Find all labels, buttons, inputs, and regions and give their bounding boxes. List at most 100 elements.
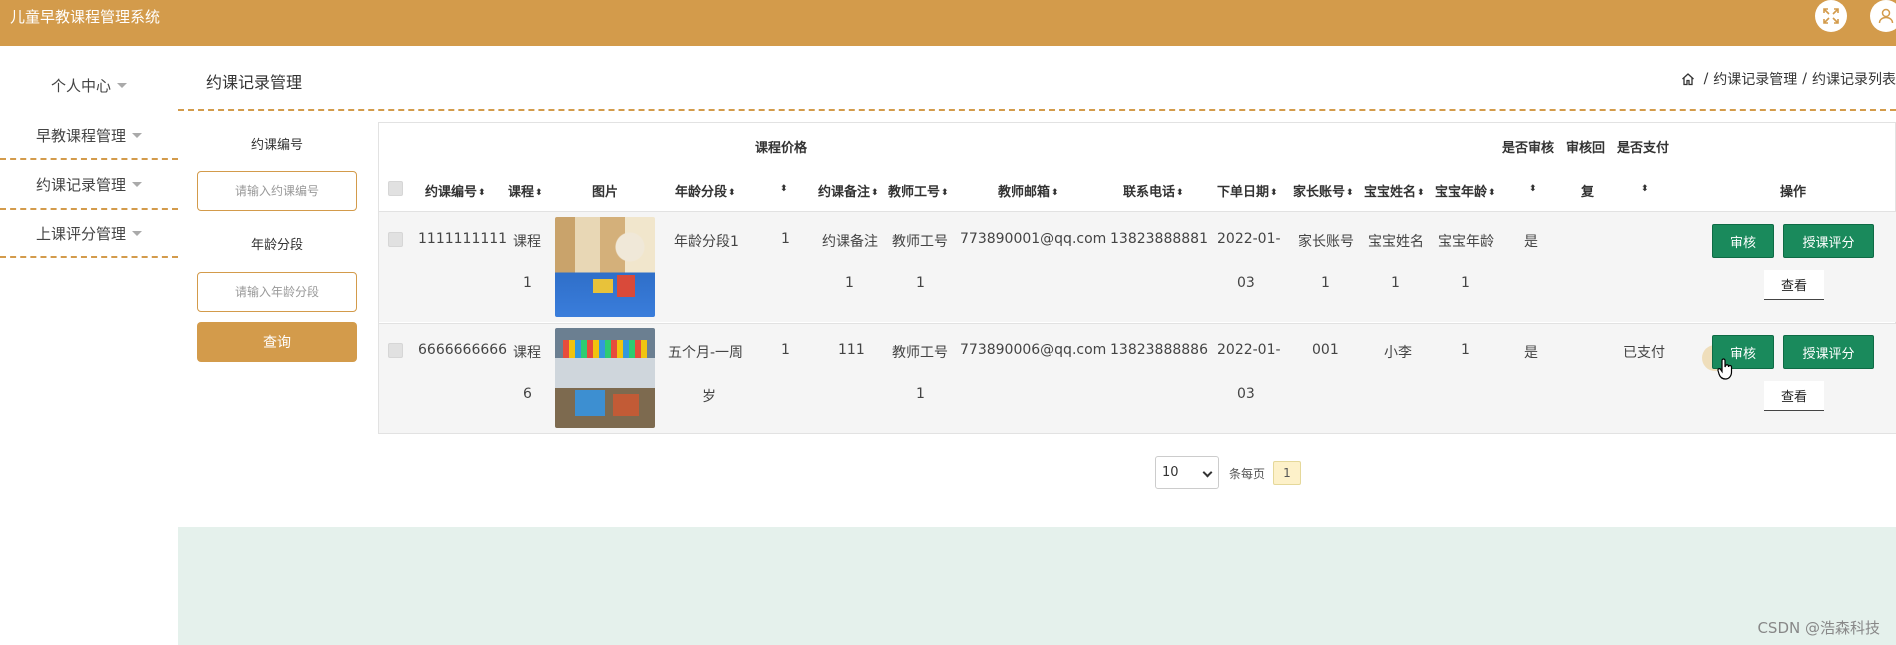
age-group-input[interactable]	[197, 272, 357, 312]
expand-icon	[1823, 8, 1839, 24]
breadcrumb-item[interactable]: 约课记录管理	[1713, 69, 1797, 89]
cell-paid: 已支付	[1623, 345, 1665, 361]
column-header-label: 约课编号	[425, 185, 478, 200]
sort-icon[interactable]: ⬍	[478, 188, 486, 198]
sort-icon[interactable]: ⬍	[1529, 184, 1537, 194]
column-header-baby-name[interactable]: 宝宝姓名⬍	[1364, 181, 1425, 200]
column-header-label: 联系电话	[1123, 185, 1176, 200]
cell-baby-name: 宝宝姓名	[1368, 234, 1424, 250]
column-header-age-group[interactable]: 年龄分段⬍	[675, 181, 736, 200]
rate-button[interactable]: 授课评分	[1783, 335, 1874, 369]
cell-teacher-email: 773890006@qq.com	[960, 342, 1107, 358]
page-title: 约课记录管理	[206, 73, 303, 92]
page-button-current[interactable]: 1	[1273, 461, 1301, 485]
sidebar-item-course-management[interactable]: 早教课程管理	[0, 112, 178, 158]
column-header-course-price: 课程价格	[755, 141, 808, 156]
column-header-actions: 操作	[1780, 185, 1807, 200]
column-header-audit-reply-tail: 复	[1581, 185, 1595, 200]
audit-button[interactable]: 审核	[1712, 224, 1774, 258]
sort-icon[interactable]: ⬍	[1176, 188, 1184, 198]
column-header-booking-note[interactable]: 约课备注⬍	[818, 181, 879, 200]
column-header-label: 家长账号	[1293, 185, 1346, 200]
view-button[interactable]: 查看	[1764, 381, 1824, 411]
page-size-value: 10	[1162, 465, 1179, 480]
sidebar-item-label: 个人中心	[50, 76, 111, 95]
sidebar-item-rating-management[interactable]: 上课评分管理	[0, 210, 178, 256]
view-button[interactable]: 查看	[1764, 270, 1824, 300]
column-header-label: 教师邮箱	[998, 185, 1051, 200]
column-header-label: 年龄分段	[675, 185, 728, 200]
sort-icon[interactable]: ⬍	[941, 188, 949, 198]
column-header-parent-account[interactable]: 家长账号⬍	[1293, 181, 1354, 200]
sort-icon[interactable]: ⬍	[871, 188, 879, 198]
column-header-teacher-id[interactable]: 教师工号⬍	[888, 181, 949, 200]
cell-baby-name-2: 1	[1391, 275, 1400, 291]
cell-teacher-id-2: 1	[916, 275, 925, 291]
cell-booking-note: 约课备注	[822, 234, 878, 250]
column-header-booking-id[interactable]: 约课编号⬍	[425, 181, 486, 200]
cell-price: 1	[781, 342, 790, 358]
cell-phone: 13823888881	[1110, 231, 1208, 247]
column-header-price-sort[interactable]: ⬍	[779, 181, 788, 196]
breadcrumb: / 约课记录管理 / 约课记录列表	[1681, 69, 1896, 89]
sidebar-item-label: 早教课程管理	[35, 126, 126, 145]
cell-baby-age: 1	[1461, 342, 1470, 358]
search-label-age-group: 年龄分段	[250, 238, 303, 253]
user-button[interactable]	[1870, 0, 1896, 32]
cell-parent-account-2: 1	[1321, 275, 1330, 291]
page-size-select[interactable]: 10	[1155, 456, 1219, 489]
caret-down-icon	[117, 82, 127, 88]
column-header-paid-sort[interactable]: ⬍	[1640, 181, 1649, 196]
home-icon[interactable]	[1681, 72, 1695, 86]
cell-parent-account: 家长账号	[1298, 234, 1354, 250]
column-header-audit-sort[interactable]: ⬍	[1528, 181, 1537, 196]
sort-icon[interactable]: ⬍	[535, 188, 543, 198]
sort-icon[interactable]: ⬍	[1270, 188, 1278, 198]
cell-baby-age: 宝宝年龄	[1438, 234, 1494, 250]
cell-course: 课程	[513, 345, 541, 361]
sidebar-item-label: 上课评分管理	[35, 224, 126, 243]
cell-price: 1	[781, 231, 790, 247]
cell-age-group: 年龄分段1	[674, 234, 739, 250]
row-checkbox[interactable]	[388, 343, 403, 358]
sort-icon[interactable]: ⬍	[1051, 188, 1059, 198]
row-checkbox[interactable]	[388, 232, 403, 247]
column-header-audit-reply: 审核回	[1566, 141, 1606, 156]
sort-icon[interactable]: ⬍	[728, 188, 736, 198]
sort-icon[interactable]: ⬍	[1488, 188, 1496, 198]
sidebar-item-label: 约课记录管理	[35, 175, 126, 194]
cell-teacher-id-2: 1	[916, 386, 925, 402]
booking-id-input[interactable]	[197, 171, 357, 211]
column-header-label: 宝宝姓名	[1364, 185, 1417, 200]
divider	[0, 158, 178, 160]
cell-order-date: 2022-01-	[1217, 231, 1281, 247]
sort-icon[interactable]: ⬍	[1641, 184, 1649, 194]
column-header-audit: 是否审核	[1502, 141, 1555, 156]
select-all-checkbox[interactable]	[388, 181, 403, 196]
column-header-course[interactable]: 课程⬍	[508, 181, 543, 200]
search-button[interactable]: 查询	[197, 322, 357, 362]
column-header-label: 教师工号	[888, 185, 941, 200]
column-header-order-date[interactable]: 下单日期⬍	[1217, 181, 1278, 200]
sidebar-item-booking-management[interactable]: 约课记录管理	[0, 161, 178, 207]
cell-teacher-id: 教师工号	[892, 345, 948, 361]
column-header-phone[interactable]: 联系电话⬍	[1123, 181, 1184, 200]
app-title: 儿童早教课程管理系统	[10, 8, 161, 26]
fullscreen-button[interactable]	[1815, 0, 1847, 32]
column-header-label: 课程	[508, 185, 535, 200]
cell-baby-name: 小李	[1384, 345, 1412, 361]
column-header-label: 约课备注	[818, 185, 871, 200]
breadcrumb-separator: /	[1703, 71, 1709, 87]
sort-icon[interactable]: ⬍	[1417, 188, 1425, 198]
cell-booking-note: 111	[838, 342, 865, 358]
column-header-baby-age[interactable]: 宝宝年龄⬍	[1435, 181, 1496, 200]
sort-icon[interactable]: ⬍	[780, 184, 788, 194]
breadcrumb-item: 约课记录列表	[1812, 72, 1896, 88]
sidebar-item-personal-center[interactable]: 个人中心	[0, 62, 178, 108]
column-header-teacher-email[interactable]: 教师邮箱⬍	[998, 181, 1059, 200]
cell-phone: 13823888886	[1110, 342, 1208, 358]
cell-teacher-email: 773890001@qq.com	[960, 231, 1107, 247]
rate-button[interactable]: 授课评分	[1783, 224, 1874, 258]
sort-icon[interactable]: ⬍	[1346, 188, 1354, 198]
caret-down-icon	[132, 132, 142, 138]
